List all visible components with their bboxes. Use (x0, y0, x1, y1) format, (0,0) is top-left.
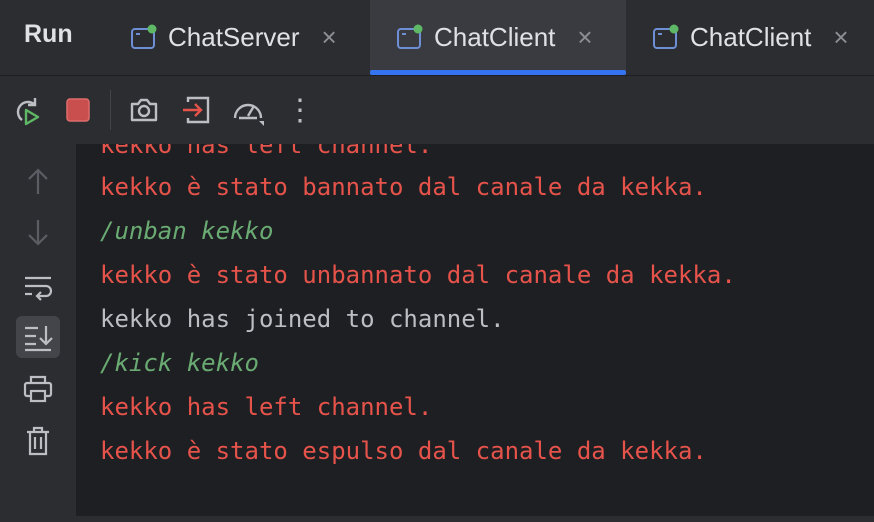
stop-button[interactable] (60, 92, 96, 128)
profiler-button[interactable] (230, 92, 266, 128)
application-window-icon (131, 24, 157, 49)
console-input-line: /unban kekko (100, 217, 274, 245)
close-icon[interactable]: × (577, 22, 592, 53)
application-window-icon (653, 24, 679, 49)
trash-icon (27, 426, 49, 456)
tab-chatserver[interactable]: ChatServer × (130, 0, 337, 75)
scroll-down-button[interactable] (16, 212, 60, 254)
console-line: kekko è stato unbannato dal canale da ke… (100, 261, 736, 289)
tab-label: ChatClient (690, 22, 812, 52)
print-button[interactable] (16, 368, 60, 410)
active-tab-indicator (370, 70, 626, 75)
login-button[interactable] (178, 92, 214, 128)
screenshot-button[interactable] (126, 92, 162, 128)
clear-all-button[interactable] (16, 420, 60, 462)
scroll-to-end-icon (25, 326, 53, 352)
arrow-up-icon (28, 168, 48, 194)
console-output[interactable]: kekko has left channel. kekko è stato ba… (76, 144, 874, 516)
close-icon[interactable]: × (322, 22, 337, 53)
scroll-up-button[interactable] (16, 160, 60, 202)
tab-label: ChatClient (434, 22, 556, 52)
console-input-line: /kick kekko (100, 349, 259, 377)
tab-chatclient-2[interactable]: ChatClient × (652, 0, 849, 75)
console-line: kekko has left channel. (100, 393, 433, 421)
tab-label: ChatServer (168, 22, 300, 52)
console-line: kekko has joined to channel. (100, 305, 505, 333)
more-options-button[interactable]: ⋮ (282, 92, 318, 128)
tab-chatclient-active[interactable]: ChatClient × (370, 0, 626, 75)
bottom-border (0, 516, 874, 522)
toolbar-separator (110, 90, 111, 130)
scroll-to-end-button[interactable] (16, 316, 60, 358)
run-panel-title: Run (24, 20, 73, 48)
print-icon (23, 375, 53, 403)
console-line: kekko è stato espulso dal canale da kekk… (100, 437, 707, 465)
run-toolbar: ⋮ (0, 76, 874, 144)
stop-icon (66, 98, 90, 122)
console-line: kekko è stato bannato dal canale da kekk… (100, 173, 707, 201)
profiler-icon (233, 103, 264, 126)
rerun-icon (16, 98, 40, 126)
run-tool-window-header: Run ChatServer × ChatClient × ChatClient… (0, 0, 874, 76)
application-window-icon (397, 24, 423, 49)
soft-wrap-icon (25, 276, 53, 301)
arrow-down-icon (28, 220, 48, 246)
screenshot-icon (130, 98, 158, 122)
soft-wrap-button[interactable] (16, 266, 60, 308)
login-icon (183, 96, 210, 124)
console-side-toolbar (0, 144, 76, 516)
close-icon[interactable]: × (833, 22, 848, 53)
rerun-button[interactable] (8, 92, 44, 128)
console-line: kekko has left channel. (100, 144, 433, 159)
